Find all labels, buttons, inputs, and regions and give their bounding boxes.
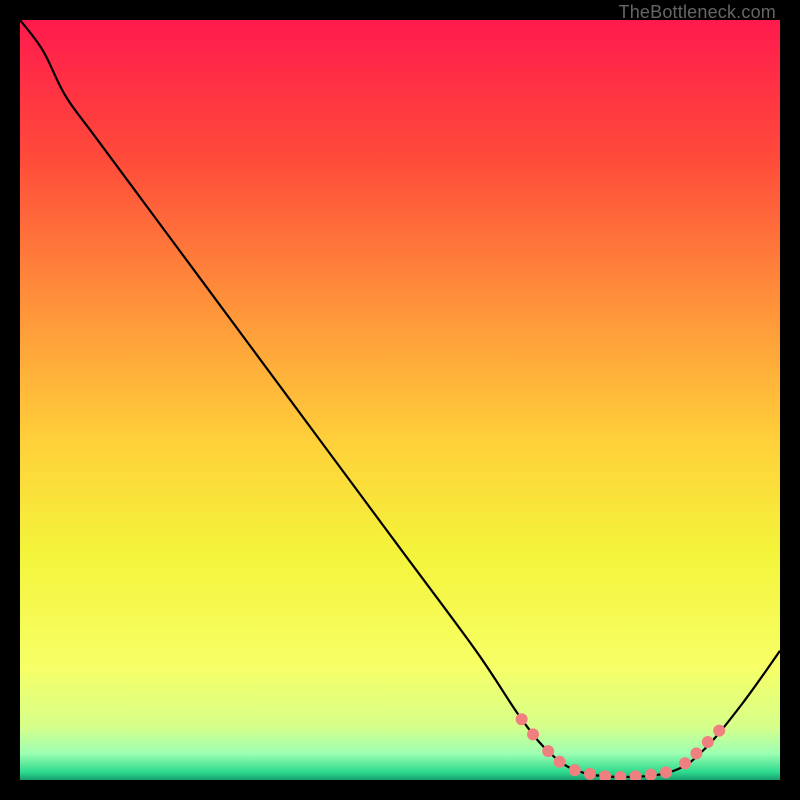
highlight-point [527, 728, 539, 740]
highlight-point [702, 736, 714, 748]
highlight-point [660, 766, 672, 778]
highlight-point [516, 713, 528, 725]
chart-frame [20, 20, 780, 780]
chart-background [20, 20, 780, 780]
highlight-point [679, 757, 691, 769]
bottleneck-curve-chart [20, 20, 780, 780]
highlight-point [584, 768, 596, 780]
highlight-point [690, 747, 702, 759]
highlight-point [554, 756, 566, 768]
highlight-point [569, 764, 581, 776]
highlight-point [542, 745, 554, 757]
highlight-point [713, 725, 725, 737]
